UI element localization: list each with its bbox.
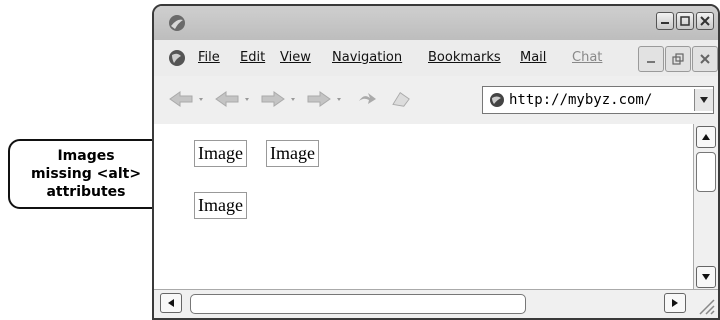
title-bar[interactable] bbox=[154, 6, 718, 41]
annotation-callout: Images missing <alt> attributes bbox=[8, 139, 164, 209]
forward-button[interactable] bbox=[260, 90, 300, 108]
home-icon bbox=[392, 92, 410, 107]
maximize-icon bbox=[680, 16, 690, 26]
arrow-up-icon bbox=[702, 134, 710, 140]
scroll-down-button[interactable] bbox=[696, 266, 716, 288]
restore-icon bbox=[672, 53, 684, 65]
minimize-button[interactable] bbox=[656, 12, 674, 30]
page-content: Image Image Image bbox=[154, 124, 718, 318]
arrow-left-icon bbox=[168, 299, 174, 307]
window-controls bbox=[656, 12, 714, 30]
maximize-button[interactable] bbox=[676, 12, 694, 30]
back-arrow-icon bbox=[169, 91, 193, 107]
browser-logo-icon bbox=[169, 15, 185, 31]
scroll-right-button[interactable] bbox=[664, 293, 686, 313]
address-input[interactable]: http://mybyz.com/ bbox=[509, 92, 694, 108]
forward-arrow-icon bbox=[307, 91, 331, 107]
scroll-up-button[interactable] bbox=[696, 126, 716, 148]
close-button[interactable] bbox=[696, 12, 714, 30]
horizontal-scroll-thumb[interactable] bbox=[190, 294, 526, 314]
callout-line-2: missing <alt> bbox=[30, 166, 142, 182]
minimize-icon bbox=[661, 22, 669, 24]
chevron-down-icon bbox=[291, 98, 295, 101]
menu-view[interactable]: View bbox=[280, 50, 311, 65]
vertical-scrollbar[interactable] bbox=[693, 124, 718, 290]
browser-window: File Edit View Navigation Bookmarks Mail… bbox=[152, 4, 720, 320]
menu-edit[interactable]: Edit bbox=[240, 50, 265, 65]
arrow-down-icon bbox=[702, 274, 710, 280]
back-arrow-icon bbox=[215, 91, 239, 107]
reload-icon bbox=[359, 93, 376, 104]
image-placeholder-3: Image bbox=[194, 192, 247, 219]
image-placeholder-1: Image bbox=[194, 140, 247, 167]
menu-chat[interactable]: Chat bbox=[572, 50, 602, 65]
minimize-icon bbox=[647, 61, 655, 63]
menu-navigation[interactable]: Navigation bbox=[332, 50, 402, 65]
forward-arrow-icon bbox=[261, 91, 285, 107]
navigation-toolbar: http://mybyz.com/ bbox=[154, 76, 718, 125]
reload-button[interactable] bbox=[356, 90, 382, 108]
horizontal-scrollbar[interactable] bbox=[154, 289, 718, 318]
menu-bookmarks[interactable]: Bookmarks bbox=[428, 50, 501, 65]
document-controls bbox=[638, 46, 718, 72]
back-button[interactable] bbox=[168, 90, 208, 108]
image-placeholder-2: Image bbox=[266, 140, 319, 167]
arrow-right-icon bbox=[672, 299, 678, 307]
doc-minimize-button[interactable] bbox=[638, 46, 664, 72]
resize-grip-icon[interactable] bbox=[694, 294, 716, 316]
callout-line-1: Images bbox=[57, 148, 115, 164]
history-forward-button[interactable] bbox=[306, 90, 346, 108]
doc-restore-button[interactable] bbox=[665, 46, 691, 72]
scroll-left-button[interactable] bbox=[160, 293, 182, 313]
address-bar[interactable]: http://mybyz.com/ bbox=[482, 86, 714, 114]
chevron-down-icon bbox=[245, 98, 249, 101]
home-button[interactable] bbox=[390, 90, 414, 108]
callout-line-3: attributes bbox=[46, 184, 126, 200]
menu-bar: File Edit View Navigation Bookmarks Mail… bbox=[154, 40, 718, 77]
site-globe-icon bbox=[490, 93, 504, 107]
address-dropdown-button[interactable] bbox=[694, 89, 713, 111]
doc-close-button[interactable] bbox=[692, 46, 718, 72]
menu-file[interactable]: File bbox=[198, 50, 220, 65]
chevron-down-icon bbox=[199, 98, 203, 101]
close-icon bbox=[700, 16, 710, 26]
menu-mail[interactable]: Mail bbox=[520, 50, 546, 65]
chevron-down-icon bbox=[337, 98, 341, 101]
close-icon bbox=[700, 54, 710, 64]
vertical-scroll-thumb[interactable] bbox=[696, 152, 716, 192]
chevron-down-icon bbox=[700, 97, 708, 103]
history-back-button[interactable] bbox=[214, 90, 254, 108]
globe-icon bbox=[169, 50, 185, 66]
